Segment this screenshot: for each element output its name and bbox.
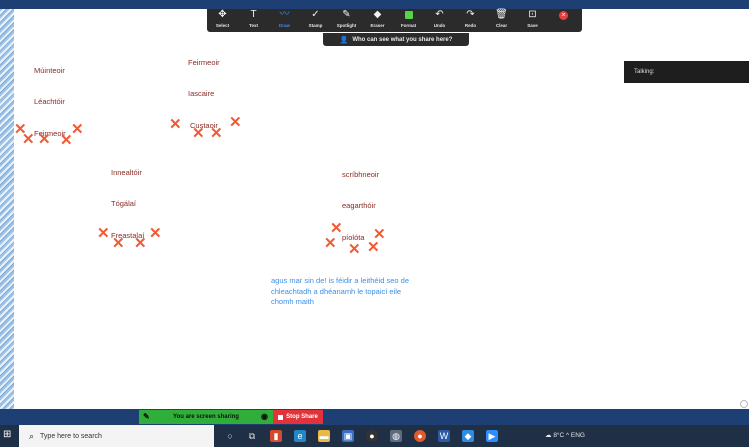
- x-stamp: ✕: [192, 125, 205, 142]
- tool-label: Redo: [464, 23, 477, 28]
- zoom-icon[interactable]: ▶: [486, 430, 498, 442]
- app-icon[interactable]: ◍: [390, 430, 402, 442]
- sharing-icon: ✎: [143, 412, 150, 421]
- note-text: agus mar sin de! is féidir a leithéid se…: [271, 276, 471, 308]
- text-icon: T: [250, 9, 257, 20]
- x-stamp: ✕: [38, 131, 51, 148]
- stop-share-label: Stop Share: [286, 414, 318, 420]
- tool-label: Undo: [433, 23, 446, 28]
- store-icon[interactable]: ▣: [342, 430, 354, 442]
- word-togalai: Tógálaí: [111, 199, 137, 208]
- word-scribhneoir: scríbhneoir: [342, 170, 380, 179]
- word-leachtoir: Léachtóir: [34, 97, 65, 106]
- tool-redo[interactable]: ↷ Redo: [455, 9, 486, 32]
- draw-icon: 〰: [279, 9, 290, 20]
- annotation-toolbar: ✥ Select T Text 〰 Draw ✓ Stamp ✎ Spotlig…: [207, 9, 582, 32]
- tool-select[interactable]: ✥ Select: [207, 9, 238, 32]
- sharing-status[interactable]: ✎ You are screen sharing ◉: [139, 410, 273, 424]
- x-stamp: ✕: [149, 225, 162, 242]
- note-line: agus mar sin de! is féidir a leithéid se…: [271, 276, 409, 285]
- shield-icon: ◉: [261, 412, 268, 421]
- talking-indicator: Talking:: [624, 61, 749, 83]
- who-can-see-text: Who can see what you share here?: [352, 36, 453, 43]
- tool-format[interactable]: Format: [393, 9, 424, 32]
- tool-text[interactable]: T Text: [238, 9, 269, 32]
- word-innealtoir: Innealtóir: [111, 168, 142, 177]
- tool-label: Format: [400, 23, 417, 28]
- tool-label: Stamp: [308, 23, 323, 28]
- note-line: chomh maith: [271, 297, 314, 306]
- windows-start-icon[interactable]: ⊞: [3, 429, 15, 441]
- browser-icon[interactable]: ●: [366, 430, 378, 442]
- tool-label: Text: [249, 23, 258, 28]
- tool-label: Eraser: [370, 23, 385, 28]
- teams-icon[interactable]: ◆: [462, 430, 474, 442]
- tool-draw[interactable]: 〰 Draw: [269, 9, 300, 32]
- cortana-icon[interactable]: ○: [224, 430, 236, 442]
- x-stamp: ✕: [348, 241, 361, 258]
- tool-label: Clear: [495, 23, 508, 28]
- color-swatch-icon: [404, 11, 413, 19]
- undo-icon: ↶: [435, 9, 444, 20]
- select-icon: ✥: [218, 9, 227, 20]
- search-placeholder: Type here to search: [40, 432, 102, 440]
- x-stamp: ✕: [22, 131, 35, 148]
- x-stamp: ✕: [71, 121, 84, 138]
- edge-icon[interactable]: e: [294, 430, 306, 442]
- office-icon[interactable]: ▮: [270, 430, 282, 442]
- x-stamp: ✕: [112, 235, 125, 252]
- tool-save[interactable]: ⊡ Save: [517, 9, 548, 32]
- tool-undo[interactable]: ↶ Undo: [424, 9, 455, 32]
- people-icon: 👤: [339, 36, 349, 44]
- x-stamp: ✕: [373, 226, 386, 243]
- talking-label: Talking:: [634, 69, 655, 75]
- note-line: chleachtadh a dhéanamh le topaicí eile: [271, 286, 402, 296]
- redo-icon: ↷: [466, 9, 475, 20]
- x-stamp: ✕: [169, 116, 182, 133]
- close-icon: ×: [559, 11, 568, 20]
- eraser-icon: ◆: [373, 9, 382, 20]
- tool-label: Select: [215, 23, 230, 28]
- windows-taskbar: ⊞ ⌕ Type here to search ○ ⧉ ▮ e ▬ ▣ ● ◍ …: [0, 425, 749, 447]
- firefox-icon[interactable]: ●: [414, 430, 426, 442]
- stop-icon: [278, 414, 284, 420]
- search-icon: ⌕: [29, 430, 35, 441]
- word-feirmeoir-top: Feirmeoir: [188, 58, 220, 67]
- task-view-icon[interactable]: ⧉: [246, 430, 258, 442]
- tray-text: 8°C ^ ENG: [553, 432, 585, 439]
- sharing-status-text: You are screen sharing: [173, 414, 239, 420]
- desktop-wallpaper-strip: [0, 9, 14, 409]
- x-stamp: ✕: [324, 235, 337, 252]
- word-icon[interactable]: W: [438, 430, 450, 442]
- tool-eraser[interactable]: ◆ Eraser: [362, 9, 393, 32]
- screen-sharing-bar: ✎ You are screen sharing ◉ Stop Share: [139, 410, 323, 424]
- spotlight-icon: ✎: [342, 9, 351, 20]
- word-eagarthoir: eagarthóir: [342, 201, 376, 210]
- word-muinteoir: Múinteoir: [34, 66, 65, 75]
- weather-icon: ☁: [545, 432, 552, 439]
- tool-label: Spotlight: [336, 23, 357, 28]
- x-stamp: ✕: [97, 225, 110, 242]
- x-stamp: ✕: [330, 220, 343, 237]
- stop-share-button[interactable]: Stop Share: [273, 410, 323, 424]
- close-toolbar-button[interactable]: ×: [548, 9, 579, 32]
- system-tray[interactable]: ☁ 8°C ^ ENG: [545, 431, 585, 439]
- tool-stamp[interactable]: ✓ Stamp: [300, 9, 331, 32]
- top-strip: [0, 0, 749, 9]
- trash-icon: 🗑: [495, 9, 508, 20]
- save-icon: ⊡: [528, 9, 537, 20]
- canvas-handle[interactable]: [740, 400, 748, 408]
- x-stamp: ✕: [134, 235, 147, 252]
- checkmark-icon: ✓: [311, 9, 320, 20]
- file-explorer-icon[interactable]: ▬: [318, 430, 330, 442]
- x-stamp: ✕: [229, 114, 242, 131]
- taskbar-search-box[interactable]: ⌕ Type here to search: [19, 425, 214, 447]
- word-iascaire: Iascaire: [188, 89, 215, 98]
- tool-label: Save: [527, 23, 538, 28]
- x-stamp: ✕: [210, 125, 223, 142]
- tool-label: Draw: [278, 23, 290, 28]
- tool-clear[interactable]: 🗑 Clear: [486, 9, 517, 32]
- who-can-see-banner[interactable]: 👤 Who can see what you share here?: [323, 33, 469, 46]
- tool-spotlight[interactable]: ✎ Spotlight: [331, 9, 362, 32]
